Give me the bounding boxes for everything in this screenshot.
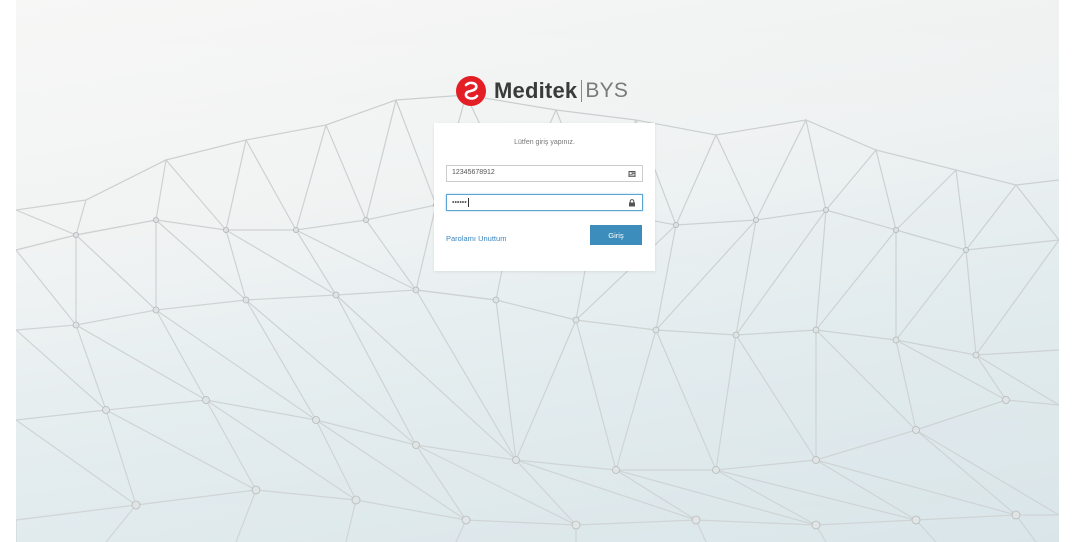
brand-divider	[581, 80, 583, 102]
login-card: Lütfen giriş yapınız. 12345678912 ••••••…	[434, 123, 655, 271]
password-value: ••••••	[452, 199, 467, 207]
login-button[interactable]: Giriş	[590, 225, 642, 245]
meditek-logo-icon	[456, 76, 486, 106]
password-field[interactable]: ••••••	[446, 194, 643, 211]
login-prompt: Lütfen giriş yapınız.	[514, 139, 575, 146]
brand-logo: Meditek BYS	[456, 76, 628, 106]
text-caret	[467, 198, 469, 207]
id-card-icon	[628, 171, 636, 177]
lock-icon	[629, 199, 635, 207]
forgot-password-link[interactable]: Parolamı Unuttum	[446, 234, 506, 243]
brand-name: Meditek	[494, 78, 578, 103]
username-value: 12345678912	[452, 169, 495, 176]
brand-product: BYS	[585, 79, 629, 102]
username-field[interactable]: 12345678912	[446, 165, 643, 182]
